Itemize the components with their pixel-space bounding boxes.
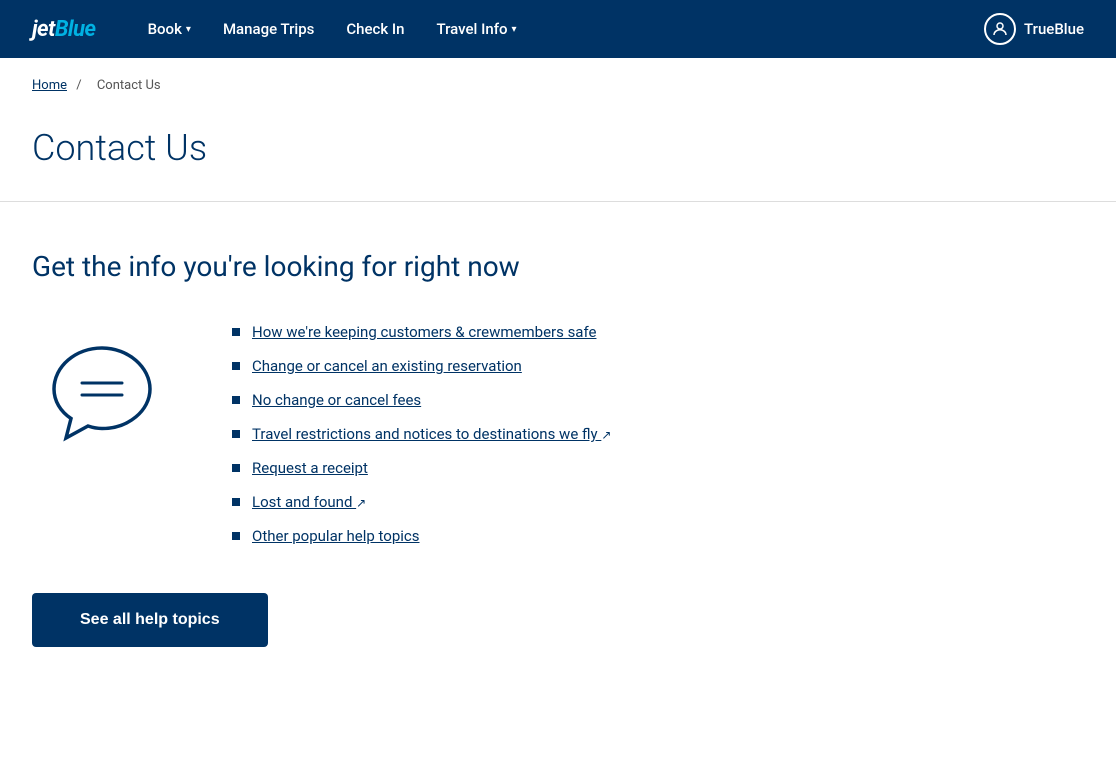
help-link-popular-topics[interactable]: Other popular help topics bbox=[252, 527, 420, 545]
breadcrumb: Home / Contact Us bbox=[0, 58, 1116, 103]
page-title: Contact Us bbox=[32, 127, 1084, 169]
list-item: Lost and found ↗ bbox=[232, 493, 611, 511]
help-link-no-fees[interactable]: No change or cancel fees bbox=[252, 391, 421, 409]
trueblue-button[interactable]: TrueBlue bbox=[984, 13, 1084, 45]
help-links-list: How we're keeping customers & crewmember… bbox=[232, 323, 611, 545]
site-logo[interactable]: jetBlue bbox=[32, 17, 96, 42]
chevron-down-icon: ▾ bbox=[512, 24, 517, 35]
help-link-safety[interactable]: How we're keeping customers & crewmember… bbox=[252, 323, 596, 341]
main-nav: Book ▾ Manage Trips Check In Travel Info… bbox=[136, 12, 952, 46]
user-avatar-icon bbox=[984, 13, 1016, 45]
bullet-icon bbox=[232, 396, 240, 404]
external-link-icon: ↗ bbox=[601, 428, 611, 442]
chat-bubble-icon bbox=[42, 333, 162, 453]
breadcrumb-home[interactable]: Home bbox=[32, 78, 67, 93]
nav-item-check-in[interactable]: Check In bbox=[334, 12, 416, 46]
nav-item-travel-info[interactable]: Travel Info ▾ bbox=[425, 12, 529, 46]
main-content: Get the info you're looking for right no… bbox=[0, 202, 1116, 695]
breadcrumb-separator: / bbox=[76, 78, 81, 93]
breadcrumb-current: Contact Us bbox=[97, 78, 161, 93]
list-item: Other popular help topics bbox=[232, 527, 611, 545]
bullet-icon bbox=[232, 464, 240, 472]
list-item: Travel restrictions and notices to desti… bbox=[232, 425, 611, 443]
section-heading: Get the info you're looking for right no… bbox=[32, 250, 1084, 283]
bullet-icon bbox=[232, 430, 240, 438]
chevron-down-icon: ▾ bbox=[186, 24, 191, 35]
page-title-section: Contact Us bbox=[0, 103, 1116, 201]
list-item: Change or cancel an existing reservation bbox=[232, 357, 611, 375]
info-section: How we're keeping customers & crewmember… bbox=[32, 323, 1084, 545]
list-item: How we're keeping customers & crewmember… bbox=[232, 323, 611, 341]
see-all-help-topics-button[interactable]: See all help topics bbox=[32, 593, 268, 647]
chat-bubble-icon-wrapper bbox=[32, 333, 172, 453]
nav-item-book[interactable]: Book ▾ bbox=[136, 12, 203, 46]
help-link-receipt[interactable]: Request a receipt bbox=[252, 459, 368, 477]
nav-item-manage-trips[interactable]: Manage Trips bbox=[211, 12, 326, 46]
bullet-icon bbox=[232, 362, 240, 370]
help-link-change-cancel[interactable]: Change or cancel an existing reservation bbox=[252, 357, 522, 375]
list-item: Request a receipt bbox=[232, 459, 611, 477]
help-link-lost-found[interactable]: Lost and found ↗ bbox=[252, 493, 366, 511]
bullet-icon bbox=[232, 328, 240, 336]
cta-section: See all help topics bbox=[32, 593, 1084, 647]
site-header: jetBlue Book ▾ Manage Trips Check In Tra… bbox=[0, 0, 1116, 58]
external-link-icon: ↗ bbox=[356, 496, 366, 510]
help-link-travel-restrictions[interactable]: Travel restrictions and notices to desti… bbox=[252, 425, 611, 443]
bullet-icon bbox=[232, 498, 240, 506]
bullet-icon bbox=[232, 532, 240, 540]
list-item: No change or cancel fees bbox=[232, 391, 611, 409]
